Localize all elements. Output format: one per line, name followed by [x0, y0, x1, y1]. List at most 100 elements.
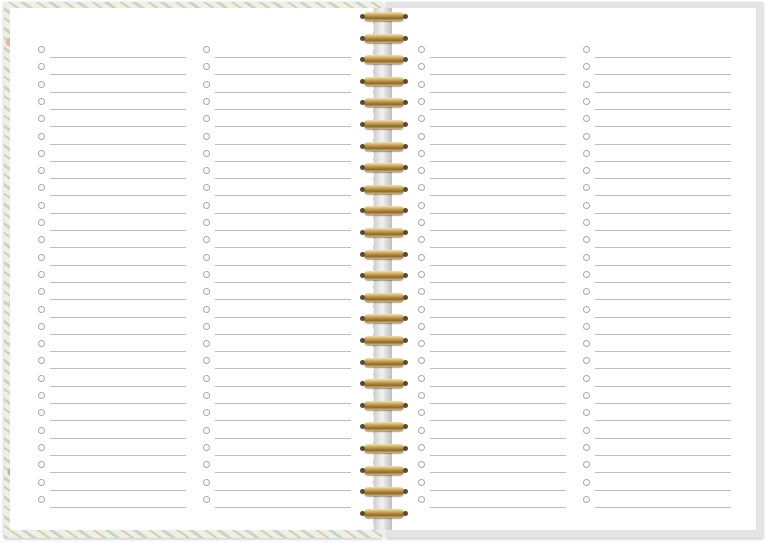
checklist-row	[418, 304, 566, 321]
checklist-row	[583, 304, 731, 321]
checklist-row	[38, 286, 186, 303]
checkbox-circle-icon	[38, 219, 45, 226]
checklist-row	[38, 442, 186, 459]
punch-hole	[403, 359, 408, 365]
checklist-row	[418, 442, 566, 459]
checkbox-circle-icon	[418, 392, 425, 399]
writing-line	[215, 212, 351, 214]
writing-line	[430, 506, 566, 508]
punch-hole	[360, 78, 365, 84]
checklist-row	[38, 234, 186, 251]
punch-hole	[403, 78, 408, 84]
checklist-row	[38, 165, 186, 182]
checkbox-circle-icon	[418, 97, 425, 105]
checklist-row	[583, 355, 731, 372]
checklist-row	[583, 338, 731, 355]
punch-hole	[403, 402, 408, 408]
writing-line	[215, 178, 351, 180]
writing-line	[215, 91, 351, 93]
checkbox-circle-icon	[583, 461, 590, 469]
checkbox-circle-icon	[583, 392, 590, 399]
checkbox-circle-icon	[418, 201, 425, 209]
punch-hole	[360, 251, 365, 257]
checklist-row	[418, 269, 566, 286]
writing-line	[595, 333, 731, 335]
checkbox-circle-icon	[203, 392, 210, 399]
checklist-row	[203, 44, 351, 61]
checkbox-circle-icon	[583, 80, 590, 88]
binding-ring	[360, 184, 408, 194]
ring-coil	[364, 292, 404, 302]
writing-line	[595, 160, 731, 162]
writing-line	[430, 178, 566, 180]
writing-line	[430, 351, 566, 353]
ring-coil	[364, 271, 404, 281]
punch-hole	[360, 402, 365, 408]
checklist-row	[583, 252, 731, 269]
writing-line	[50, 368, 186, 370]
checklist-row	[203, 217, 351, 234]
checklist-row	[203, 269, 351, 286]
checklist-row	[38, 182, 186, 199]
checkbox-circle-icon	[203, 478, 210, 486]
punch-hole	[403, 294, 408, 300]
writing-line	[430, 489, 566, 491]
punch-hole	[360, 230, 365, 235]
checklist-row	[583, 200, 731, 217]
writing-line	[50, 437, 186, 439]
writing-line	[430, 454, 566, 456]
checklist-row	[203, 304, 351, 321]
writing-line	[50, 143, 186, 145]
checkbox-circle-icon	[583, 305, 590, 313]
checkbox-circle-icon	[203, 80, 210, 88]
writing-line	[430, 91, 566, 93]
checkbox-circle-icon	[583, 288, 590, 296]
checklist-row	[418, 44, 566, 61]
checklist-row	[418, 165, 566, 182]
checkbox-circle-icon	[203, 357, 210, 365]
binding-ring	[360, 249, 408, 259]
checkbox-circle-icon	[38, 409, 45, 417]
writing-line	[215, 454, 351, 456]
checkbox-circle-icon	[203, 495, 210, 503]
punch-hole	[360, 294, 365, 300]
checkbox-circle-icon	[418, 288, 425, 296]
checkbox-circle-icon	[203, 167, 210, 175]
writing-line	[50, 160, 186, 162]
checklist-row	[38, 304, 186, 321]
binding-ring	[360, 76, 408, 86]
checkbox-circle-icon	[418, 236, 425, 244]
right-page	[392, 8, 756, 530]
punch-hole	[360, 186, 365, 192]
punch-hole	[403, 510, 408, 516]
checkbox-circle-icon	[583, 219, 590, 226]
writing-line	[50, 472, 186, 474]
checkbox-circle-icon	[418, 322, 425, 330]
writing-line	[50, 126, 186, 128]
checkbox-circle-icon	[583, 495, 590, 503]
checkbox-circle-icon	[418, 132, 425, 140]
checkbox-circle-icon	[203, 270, 210, 278]
checklist-row	[38, 217, 186, 234]
writing-line	[50, 299, 186, 301]
writing-line	[215, 247, 351, 249]
ring-coil	[364, 33, 404, 43]
writing-line	[595, 281, 731, 283]
checklist-row	[583, 390, 731, 407]
checklist-row	[583, 96, 731, 113]
checklist-row	[203, 459, 351, 476]
writing-line	[430, 74, 566, 76]
checkbox-circle-icon	[418, 270, 425, 278]
writing-line	[430, 437, 566, 439]
checkbox-circle-icon	[38, 97, 45, 105]
ring-coil	[364, 55, 404, 65]
checklist-row	[38, 355, 186, 372]
binding-ring	[360, 33, 408, 43]
binding-ring	[360, 422, 408, 432]
checkbox-circle-icon	[418, 63, 425, 71]
checklist-row	[583, 321, 731, 338]
checklist-row	[38, 459, 186, 476]
writing-line	[430, 281, 566, 283]
writing-line	[215, 108, 351, 110]
binding-ring	[360, 141, 408, 151]
